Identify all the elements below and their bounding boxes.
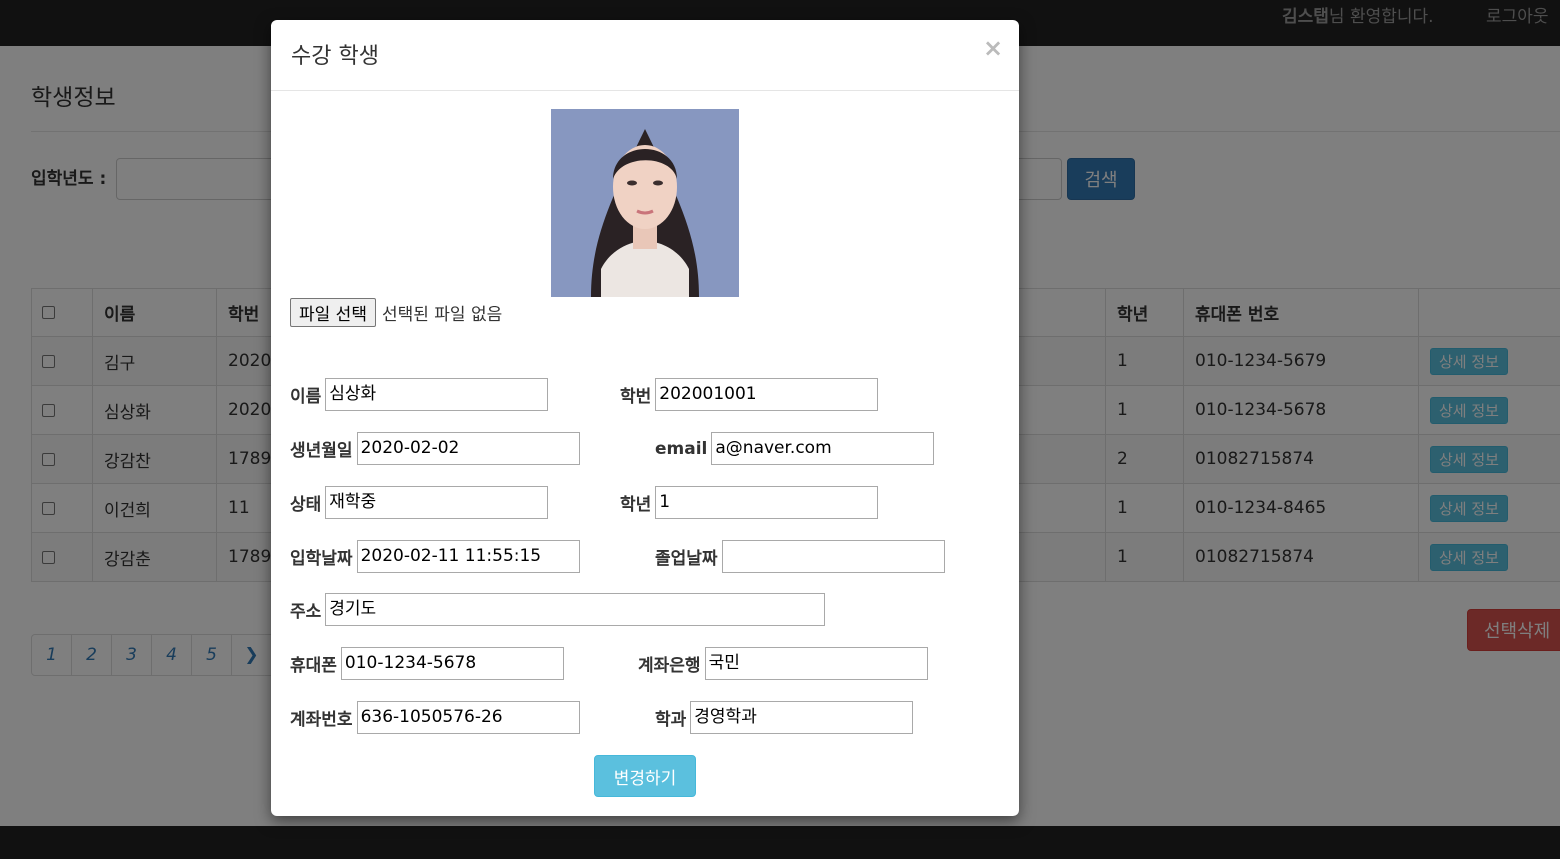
email-label: email: [655, 438, 708, 459]
modal-title: 수강 학생: [291, 44, 379, 69]
status-label: 상태: [290, 495, 322, 515]
bank-field-group: 계좌은행 국민: [638, 647, 928, 680]
department-field-group: 학과 경영학과: [655, 701, 914, 734]
file-status-text: 선택된 파일 없음: [381, 305, 503, 325]
grade-input[interactable]: 1: [655, 486, 879, 519]
birthday-label: 생년월일: [290, 441, 353, 461]
bank-input[interactable]: 국민: [704, 647, 928, 680]
file-upload-row: 파일 선택 선택된 파일 없음: [290, 298, 502, 327]
graduation-date-input[interactable]: [721, 540, 945, 573]
phone-input[interactable]: 010-1234-5678: [340, 647, 564, 680]
admission-date-field-group: 입학날짜 2020-02-11 11:55:15: [290, 540, 580, 573]
admission-date-input[interactable]: 2020-02-11 11:55:15: [356, 540, 580, 573]
birthday-input[interactable]: 2020-02-02: [356, 432, 580, 465]
address-label: 주소: [290, 602, 322, 622]
graduation-date-field-group: 졸업날짜: [655, 540, 945, 573]
status-input[interactable]: 재학중: [325, 486, 549, 519]
submit-change-button[interactable]: 변경하기: [594, 755, 696, 797]
graduation-date-label: 졸업날짜: [655, 549, 718, 569]
bank-label: 계좌은행: [638, 656, 701, 676]
portrait-image: [551, 109, 739, 297]
name-field-group: 이름 심상화: [290, 378, 549, 411]
email-field-group: email a@naver.com: [655, 432, 935, 465]
grade-field-group: 학년 1: [620, 486, 879, 519]
status-field-group: 상태 재학중: [290, 486, 549, 519]
admission-date-label: 입학날짜: [290, 549, 353, 569]
account-label: 계좌번호: [290, 710, 353, 730]
student-id-field-group: 학번 202001001: [620, 378, 879, 411]
close-icon[interactable]: ×: [983, 34, 1003, 62]
department-label: 학과: [655, 710, 687, 730]
department-input[interactable]: 경영학과: [690, 701, 914, 734]
student-id-input[interactable]: 202001001: [655, 378, 879, 411]
account-field-group: 계좌번호 636-1050576-26: [290, 701, 580, 734]
name-input[interactable]: 심상화: [325, 378, 549, 411]
phone-field-group: 휴대폰 010-1234-5678: [290, 647, 564, 680]
email-input[interactable]: a@naver.com: [711, 432, 935, 465]
student-id-label: 학번: [620, 387, 652, 407]
account-input[interactable]: 636-1050576-26: [356, 701, 580, 734]
name-label: 이름: [290, 387, 322, 407]
modal-header: 수강 학생 ×: [271, 20, 1019, 91]
choose-file-button[interactable]: 파일 선택: [290, 298, 376, 327]
student-photo: [551, 109, 739, 297]
grade-label: 학년: [620, 495, 652, 515]
birthday-field-group: 생년월일 2020-02-02: [290, 432, 580, 465]
phone-label: 휴대폰: [290, 656, 337, 676]
student-edit-modal: 수강 학생 × 파일 선택 선택된 파일 없음 이름 심상화 학번 202001…: [271, 20, 1019, 816]
address-field-group: 주소 경기도: [290, 593, 826, 626]
address-input[interactable]: 경기도: [325, 593, 826, 626]
